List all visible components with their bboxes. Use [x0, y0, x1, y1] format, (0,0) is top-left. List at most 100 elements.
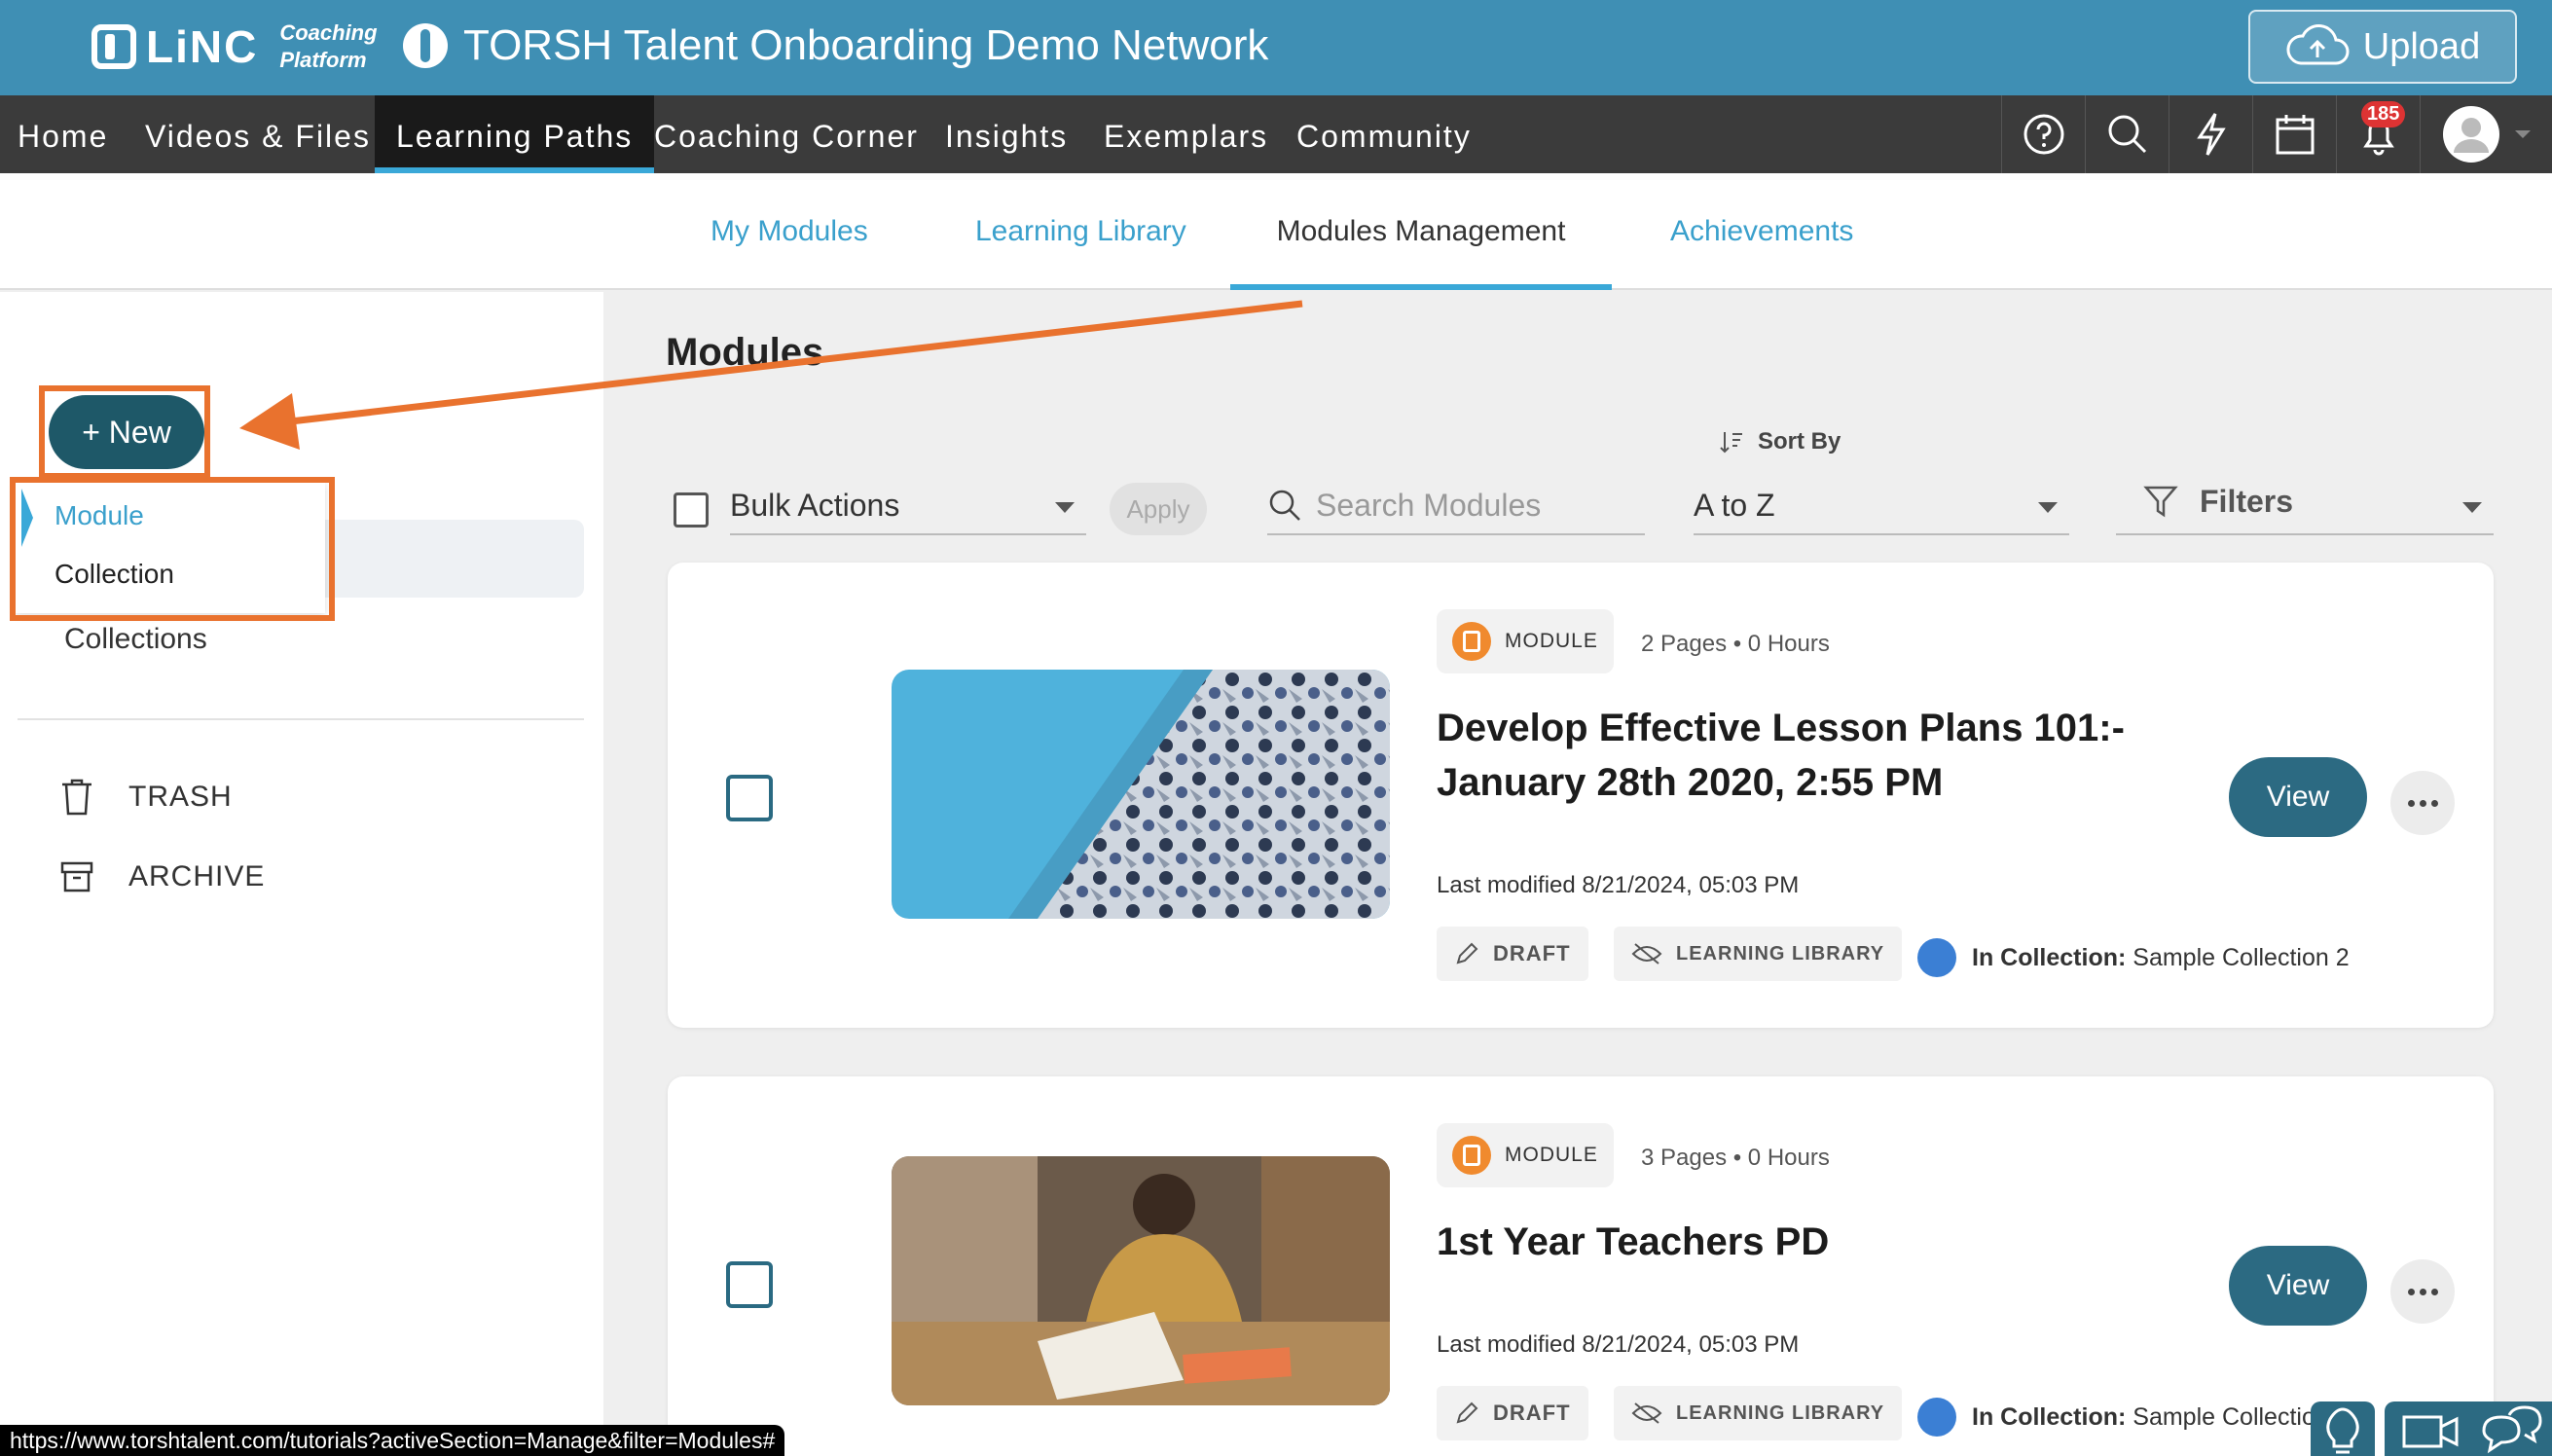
- logo-sub-line-1: Coaching: [279, 20, 378, 45]
- module-title[interactable]: Develop Effective Lesson Plans 101:- Jan…: [1437, 701, 2125, 810]
- module-type-badge: MODULE: [1437, 1123, 1614, 1187]
- status-tag-label: DRAFT: [1493, 941, 1571, 965]
- trash-icon: [62, 779, 91, 816]
- help-button[interactable]: [2001, 95, 2085, 173]
- calendar-icon: [2276, 115, 2314, 155]
- collection-prefix: In Collection:: [1972, 943, 2127, 971]
- layers-icon: [1917, 1398, 1956, 1437]
- nav-home[interactable]: Home: [18, 95, 108, 173]
- nav-learning-paths[interactable]: Learning Paths: [375, 95, 655, 173]
- nav-videos-files[interactable]: Videos & Files: [145, 95, 371, 173]
- filter-icon: [2143, 486, 2178, 518]
- trash-label: TRASH: [128, 781, 233, 813]
- module-type-label: MODULE: [1505, 1144, 1598, 1166]
- sidebar-item-trash[interactable]: TRASH: [60, 779, 233, 816]
- eye-off-icon: [1631, 943, 1662, 965]
- quick-actions-button[interactable]: [2169, 95, 2252, 173]
- filters-label: Filters: [2200, 483, 2294, 519]
- logo-sub-line-2: Platform: [279, 48, 367, 72]
- pencil-icon: [1456, 942, 1478, 965]
- search-modules-input[interactable]: Search Modules: [1267, 477, 1645, 535]
- upload-button[interactable]: Upload: [2248, 10, 2517, 84]
- module-thumbnail[interactable]: [892, 1156, 1390, 1405]
- dropdown-highlight: [10, 477, 335, 621]
- cloud-upload-icon: [2286, 24, 2350, 65]
- search-icon: [2108, 115, 2146, 154]
- collection-info: In Collection: Sample Collection 2: [1917, 938, 2350, 977]
- last-modified: Last modified 8/21/2024, 05:03 PM: [1437, 872, 1800, 898]
- lightning-icon: [2196, 113, 2226, 156]
- tab-achievements[interactable]: Achievements: [1670, 173, 1853, 290]
- logo-text: LiNC: [146, 21, 259, 72]
- avatar-icon: [2442, 106, 2499, 163]
- module-select-checkbox[interactable]: [726, 775, 773, 821]
- module-thumbnail[interactable]: [892, 670, 1390, 919]
- linc-logo[interactable]: LiNC Coaching Platform: [91, 19, 378, 74]
- nav-insights[interactable]: Insights: [945, 95, 1068, 173]
- tab-modules-management[interactable]: Modules Management: [1230, 173, 1612, 290]
- document-icon: [1452, 1136, 1491, 1175]
- chat-bubbles-icon: [2482, 1405, 2542, 1454]
- nav-community[interactable]: Community: [1296, 95, 1472, 173]
- apply-button[interactable]: Apply: [1110, 483, 1207, 535]
- sort-select[interactable]: A to Z: [1694, 477, 2069, 535]
- filters-select[interactable]: Filters: [2116, 469, 2494, 535]
- search-button[interactable]: [2085, 95, 2169, 173]
- nav-coaching-corner[interactable]: Coaching Corner: [654, 95, 919, 173]
- collection-name[interactable]: Sample Collection 2: [2133, 944, 2349, 971]
- learning-paths-subtabs: My Modules Learning Library Modules Mana…: [0, 173, 2552, 290]
- network-switcher[interactable]: TORSH Talent Onboarding Demo Network: [403, 21, 1268, 70]
- collection-prefix: In Collection:: [1972, 1402, 2127, 1431]
- archive-icon: [60, 861, 93, 892]
- new-button-highlight: [39, 385, 210, 479]
- calendar-button[interactable]: [2252, 95, 2336, 173]
- module-select-checkbox[interactable]: [726, 1261, 773, 1308]
- chevron-down-icon: [2038, 502, 2058, 513]
- reading-person-image: [892, 1156, 1390, 1405]
- learning-library-label: LEARNING LIBRARY: [1676, 942, 1885, 965]
- status-tag-draft: DRAFT: [1437, 927, 1588, 981]
- module-title-line-2: January 28th 2020, 2:55 PM: [1437, 761, 1944, 804]
- pencil-icon: [1456, 1401, 1478, 1424]
- nav-exemplars[interactable]: Exemplars: [1104, 95, 1268, 173]
- sidebar-item-collections[interactable]: Collections: [64, 623, 207, 656]
- video-chat-widget[interactable]: [2385, 1401, 2552, 1456]
- sort-icon: [1720, 432, 1742, 454]
- sidebar-divider: [18, 718, 584, 720]
- search-placeholder: Search Modules: [1316, 487, 1542, 523]
- module-meta: 3 Pages • 0 Hours: [1641, 1145, 1830, 1171]
- notification-count-badge: 185: [2361, 101, 2406, 127]
- learning-library-tag: LEARNING LIBRARY: [1614, 1386, 1903, 1440]
- collection-name[interactable]: Sample Collectio: [2133, 1403, 2315, 1431]
- archive-label: ARCHIVE: [128, 860, 266, 892]
- more-options-button[interactable]: [2390, 771, 2455, 835]
- sort-by-text: Sort By: [1758, 428, 1841, 455]
- module-card: MODULE 3 Pages • 0 Hours 1st Year Teache…: [668, 1076, 2494, 1456]
- module-type-label: MODULE: [1505, 630, 1598, 652]
- upload-label: Upload: [2362, 25, 2481, 67]
- page-title: Modules: [666, 331, 824, 374]
- main-nav: Home Videos & Files Learning Paths Coach…: [0, 95, 2552, 173]
- more-options-button[interactable]: [2390, 1259, 2455, 1324]
- user-menu-button[interactable]: [2420, 95, 2552, 173]
- sidebar-item-archive[interactable]: ARCHIVE: [60, 860, 265, 893]
- status-tag-draft: DRAFT: [1437, 1386, 1588, 1440]
- tab-learning-library[interactable]: Learning Library: [975, 173, 1186, 290]
- bulk-actions-select[interactable]: Bulk Actions: [730, 477, 1086, 535]
- search-icon: [1269, 490, 1300, 521]
- learning-library-tag: LEARNING LIBRARY: [1614, 927, 1903, 981]
- module-title[interactable]: 1st Year Teachers PD: [1437, 1215, 1829, 1269]
- module-type-badge: MODULE: [1437, 609, 1614, 673]
- document-icon: [1452, 622, 1491, 661]
- tips-widget-button[interactable]: [2311, 1401, 2375, 1456]
- linc-logo-mark: [91, 24, 136, 69]
- bulk-select-checkbox[interactable]: [674, 492, 709, 528]
- tab-my-modules[interactable]: My Modules: [711, 173, 868, 290]
- status-bar-url: https://www.torshtalent.com/tutorials?ac…: [0, 1425, 785, 1456]
- collection-info: In Collection: Sample Collectio: [1917, 1398, 2326, 1437]
- sort-by-label: Sort By: [1719, 428, 1841, 455]
- chevron-down-icon: [2462, 502, 2482, 513]
- view-button[interactable]: View: [2229, 757, 2367, 837]
- top-header: LiNC Coaching Platform TORSH Talent Onbo…: [0, 0, 2552, 95]
- view-button[interactable]: View: [2229, 1246, 2367, 1326]
